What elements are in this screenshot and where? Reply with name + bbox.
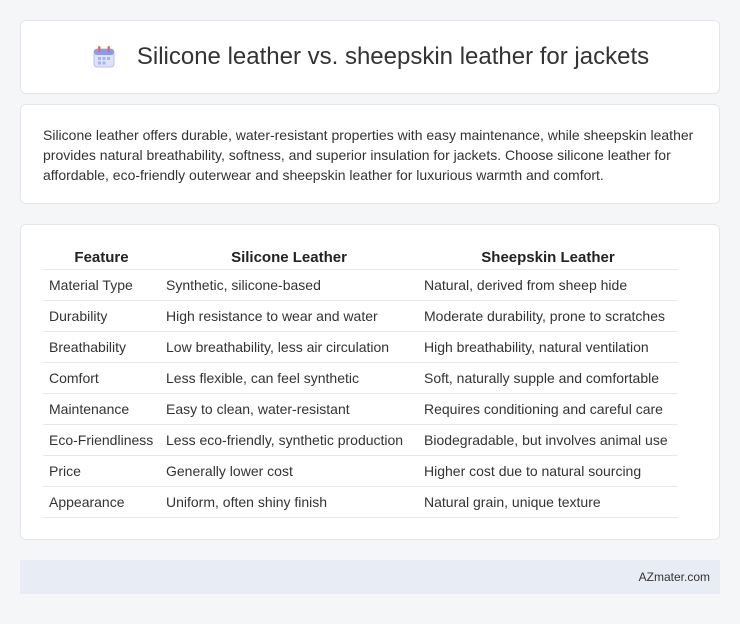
summary-text: Silicone leather offers durable, water-r… [43,127,694,183]
silicone-cell: High resistance to wear and water [160,300,418,332]
table-row: Durability High resistance to wear and w… [43,300,678,332]
page-title: Silicone leather vs. sheepskin leather f… [136,43,650,70]
summary-card: Silicone leather offers durable, water-r… [20,104,720,204]
sheepskin-cell: Soft, naturally supple and comfortable [418,362,678,394]
sheepskin-cell: Moderate durability, prone to scratches [418,300,678,332]
feature-cell: Appearance [43,486,160,518]
table-row: Eco-Friendliness Less eco-friendly, synt… [43,424,678,456]
footer: AZmater.com [20,560,720,594]
footer-brand: AZmater.com [638,570,710,584]
silicone-cell: Less flexible, can feel synthetic [160,362,418,394]
table-header-row: Feature Silicone Leather Sheepskin Leath… [43,243,678,270]
comparison-table: Feature Silicone Leather Sheepskin Leath… [43,243,678,518]
feature-cell: Breathability [43,331,160,363]
title-card: Silicone leather vs. sheepskin leather f… [20,20,720,94]
column-header-silicone: Silicone Leather [160,243,418,270]
silicone-cell: Easy to clean, water-resistant [160,393,418,425]
sheepskin-cell: Higher cost due to natural sourcing [418,455,678,487]
silicone-cell: Less eco-friendly, synthetic production [160,424,418,456]
sheepskin-cell: Requires conditioning and careful care [418,393,678,425]
feature-cell: Price [43,455,160,487]
silicone-cell: Generally lower cost [160,455,418,487]
sheepskin-cell: Natural grain, unique texture [418,486,678,518]
column-header-feature: Feature [43,243,160,270]
calendar-icon [91,44,117,70]
silicone-cell: Synthetic, silicone-based [160,269,418,301]
silicone-cell: Low breathability, less air circulation [160,331,418,363]
sheepskin-cell: High breathability, natural ventilation [418,331,678,363]
table-row: Material Type Synthetic, silicone-based … [43,269,678,301]
comparison-table-card: Feature Silicone Leather Sheepskin Leath… [20,224,720,540]
table-row: Price Generally lower cost Higher cost d… [43,455,678,487]
silicone-cell: Uniform, often shiny finish [160,486,418,518]
feature-cell: Maintenance [43,393,160,425]
sheepskin-cell: Biodegradable, but involves animal use [418,424,678,456]
feature-cell: Eco-Friendliness [43,424,160,456]
feature-cell: Durability [43,300,160,332]
table-row: Breathability Low breathability, less ai… [43,331,678,363]
column-header-sheepskin: Sheepskin Leather [418,243,678,270]
sheepskin-cell: Natural, derived from sheep hide [418,269,678,301]
feature-cell: Material Type [43,269,160,301]
table-row: Appearance Uniform, often shiny finish N… [43,486,678,518]
table-row: Maintenance Easy to clean, water-resista… [43,393,678,425]
feature-cell: Comfort [43,362,160,394]
table-row: Comfort Less flexible, can feel syntheti… [43,362,678,394]
